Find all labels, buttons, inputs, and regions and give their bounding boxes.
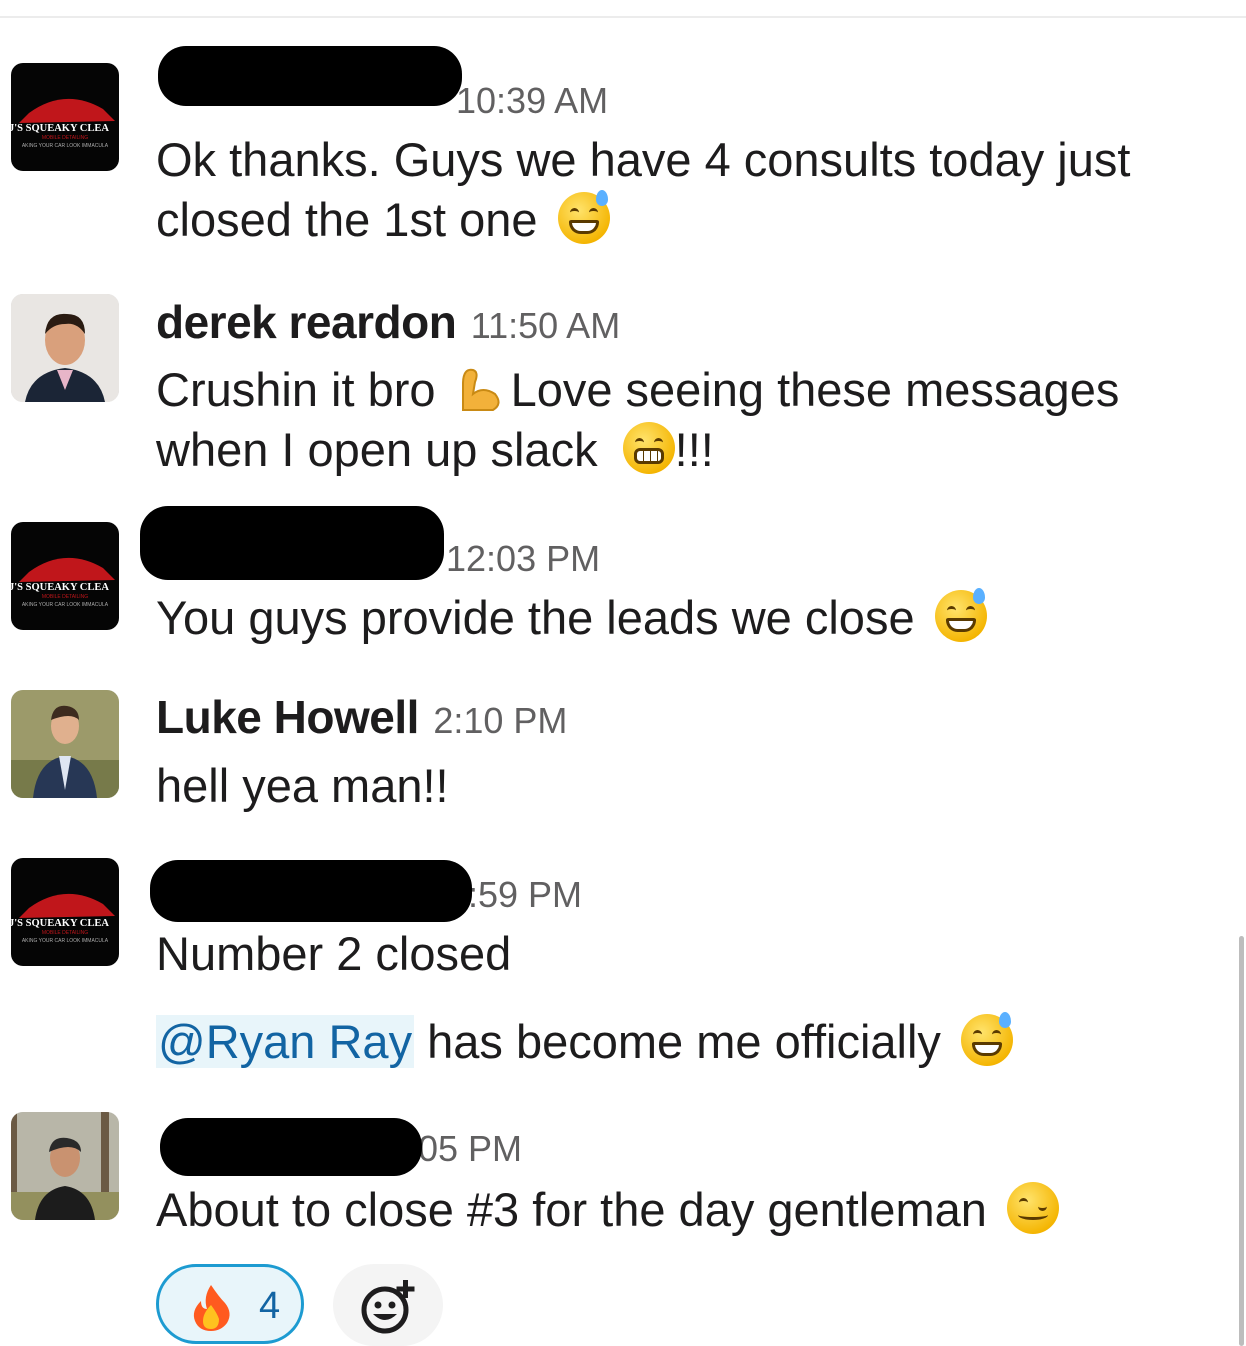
message-line: About to close #3 for the day gentleman [156, 1180, 1059, 1240]
timestamp[interactable]: 12:03 PM [446, 538, 600, 579]
message-line-text: Crushin it bro [156, 363, 436, 416]
message-line-text: You guys provide the leads we close [156, 591, 915, 644]
winking-emoji-icon [1006, 1182, 1059, 1234]
mention-ryan-ray[interactable]: @Ryan Ray [156, 1015, 415, 1068]
timestamp[interactable]: 05 PM [418, 1128, 522, 1169]
avatar-user[interactable] [11, 1112, 119, 1220]
sweat-smile-emoji-icon [557, 190, 610, 244]
fire-emoji-icon [193, 1285, 230, 1331]
timestamp[interactable]: :59 PM [468, 874, 582, 915]
timestamp[interactable]: 2:10 PM [433, 700, 567, 741]
logo-icon: J'S SQUEAKY CLEA MOBILE DETAILING AKING … [11, 557, 115, 608]
logo-line2: MOBILE DETAILING [42, 594, 88, 600]
logo-line3: AKING YOUR CAR LOOK IMMACULA [22, 938, 109, 944]
message-line-text: has become me officially [427, 1015, 941, 1068]
message-header: derek reardon 11:50 AM [156, 295, 620, 351]
message-text: About to close #3 for the day gentleman [156, 1180, 1059, 1240]
logo-icon: J'S SQUEAKY CLEA MOBILE DETAILING AKING … [11, 893, 115, 944]
message-text: You guys provide the leads we close [156, 588, 987, 648]
logo-line2: MOBILE DETAILING [42, 930, 88, 936]
timestamp[interactable]: 11:50 AM [471, 305, 620, 346]
timestamp[interactable]: 10:39 AM [456, 80, 608, 121]
avatar-logo[interactable]: J'S SQUEAKY CLEA MOBILE DETAILING AKING … [11, 858, 119, 966]
redaction-mark [160, 1118, 422, 1176]
scrollbar[interactable] [1239, 936, 1244, 1346]
message-line-text: closed the 1st one [156, 193, 538, 246]
message-text: Crushin it bro Love seeing these message… [156, 360, 1119, 480]
message-line-2: closed the 1st one [156, 190, 1130, 250]
person-photo-icon [11, 294, 119, 402]
message-line-2: when I open up slack !!! [156, 420, 1119, 480]
message-line: You guys provide the leads we close [156, 588, 987, 648]
top-divider [0, 16, 1246, 18]
message-line: Number 2 closed [156, 927, 512, 980]
add-reaction-icon [361, 1280, 415, 1334]
message-line: Ok thanks. Guys we have 4 consults today… [156, 133, 1131, 186]
message-text: Number 2 closed @Ryan Ray has become me … [156, 924, 1013, 1072]
logo-line3: AKING YOUR CAR LOOK IMMACULA [22, 602, 109, 608]
avatar-derek[interactable] [11, 294, 119, 402]
message-header: Luke Howell 2:10 PM [156, 690, 567, 746]
avatar-luke[interactable] [11, 690, 119, 798]
logo-line2: MOBILE DETAILING [42, 135, 88, 141]
sweat-smile-emoji-icon [934, 588, 987, 642]
message-text: hell yea man!! [156, 756, 449, 816]
avatar-logo[interactable]: J'S SQUEAKY CLEA MOBILE DETAILING AKING … [11, 63, 119, 171]
add-reaction-button[interactable] [333, 1264, 443, 1346]
message-line: Crushin it bro Love seeing these message… [156, 360, 1119, 420]
logo-line3: AKING YOUR CAR LOOK IMMACULA [22, 143, 109, 149]
message-line: hell yea man!! [156, 759, 449, 812]
reaction-fire[interactable]: 4 [156, 1264, 304, 1344]
reaction-count: 4 [259, 1285, 281, 1327]
redaction-mark [158, 46, 462, 106]
author-name[interactable]: derek reardon [156, 296, 457, 348]
flexed-biceps-emoji-icon [455, 364, 503, 414]
redaction-mark [140, 506, 444, 580]
message-text: Ok thanks. Guys we have 4 consults today… [156, 130, 1130, 250]
logo-line1: J'S SQUEAKY CLEA [11, 123, 109, 134]
avatar-logo[interactable]: J'S SQUEAKY CLEA MOBILE DETAILING AKING … [11, 522, 119, 630]
grimacing-emoji-icon [622, 422, 675, 474]
message-line-text-2: Love seeing these messages [510, 363, 1120, 416]
message-line-text: when I open up slack [156, 423, 598, 476]
author-name[interactable]: Luke Howell [156, 691, 419, 743]
logo-line1: J'S SQUEAKY CLEA [11, 918, 109, 929]
sweat-smile-emoji-icon [960, 1012, 1013, 1066]
logo-line1: J'S SQUEAKY CLEA [11, 582, 109, 593]
person-photo-icon [11, 1112, 119, 1220]
message-line-2: @Ryan Ray has become me officially [156, 1012, 1013, 1072]
redaction-mark [150, 860, 472, 922]
exclamations: !!! [674, 423, 714, 476]
message-line-text: About to close #3 for the day gentleman [156, 1183, 987, 1236]
logo-icon: J'S SQUEAKY CLEA MOBILE DETAILING AKING … [11, 98, 115, 149]
person-photo-icon [11, 690, 119, 798]
